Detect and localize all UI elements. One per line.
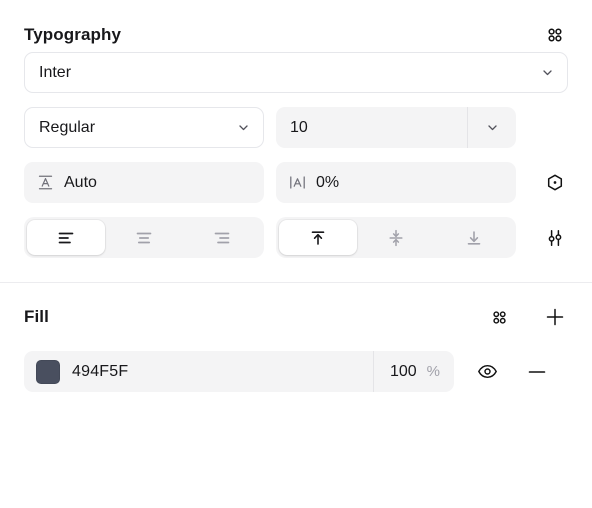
- fill-header-actions: [486, 304, 568, 330]
- sliders-icon[interactable]: [542, 225, 568, 251]
- font-family-value: Inter: [39, 63, 72, 81]
- fill-title: Fill: [24, 307, 49, 326]
- font-size-dropdown-toggle[interactable]: [468, 107, 516, 148]
- fill-item-actions: [474, 359, 550, 385]
- page-title: Typography: [24, 25, 122, 44]
- align-center-button[interactable]: [105, 220, 183, 255]
- eye-icon[interactable]: [474, 359, 500, 385]
- line-height-field[interactable]: Auto: [24, 162, 264, 203]
- chevron-down-icon: [223, 121, 263, 134]
- plus-icon[interactable]: [542, 304, 568, 330]
- font-size-field[interactable]: 10: [276, 107, 516, 148]
- align-right-button[interactable]: [183, 220, 261, 255]
- align-left-button[interactable]: [27, 220, 105, 255]
- chevron-down-icon: [527, 66, 567, 79]
- font-weight-size-row: Regular 10: [0, 107, 592, 148]
- fill-section: Fill 494F5F 100 %: [0, 283, 592, 392]
- properties-panel: Typography Inter Regular 10 Auto 0% Fill…: [0, 0, 592, 508]
- fill-hex-value: 494F5F: [72, 362, 129, 380]
- align-top-button[interactable]: [279, 220, 357, 255]
- vertical-align-group: [276, 217, 516, 258]
- font-family-select[interactable]: Inter: [24, 52, 568, 93]
- fill-color-picker[interactable]: 494F5F: [24, 359, 373, 384]
- font-weight-select[interactable]: Regular: [24, 107, 264, 148]
- font-family-row: Inter: [0, 52, 592, 93]
- minus-icon[interactable]: [524, 359, 550, 385]
- fill-opacity-field[interactable]: 100 %: [374, 363, 454, 381]
- font-weight-value: Regular: [39, 118, 96, 136]
- fill-color-control[interactable]: 494F5F 100 %: [24, 351, 454, 392]
- letter-spacing-field[interactable]: 0%: [276, 162, 516, 203]
- percent-label: %: [426, 363, 440, 380]
- line-height-letter-spacing-row: Auto 0%: [0, 162, 592, 203]
- line-height-value: Auto: [64, 173, 97, 191]
- letter-spacing-icon: [289, 174, 306, 191]
- fill-item-row: 494F5F 100 %: [0, 351, 592, 392]
- line-height-icon: [37, 174, 54, 191]
- grid-dots-icon[interactable]: [542, 22, 568, 48]
- grid-dots-icon[interactable]: [486, 304, 512, 330]
- alignment-row: [0, 217, 592, 258]
- font-size-value: 10: [290, 118, 308, 136]
- horizontal-align-group: [24, 217, 264, 258]
- fill-opacity-value: 100: [389, 362, 417, 380]
- typography-header-actions: [542, 22, 568, 48]
- letter-spacing-value: 0%: [316, 173, 340, 191]
- typography-section: Typography Inter Regular 10 Auto 0%: [0, 0, 592, 283]
- typography-section-header: Typography: [0, 18, 592, 52]
- color-swatch[interactable]: [36, 359, 60, 384]
- hexagon-dot-icon[interactable]: [542, 170, 568, 196]
- align-middle-button[interactable]: [357, 220, 435, 255]
- fill-section-header: Fill: [0, 297, 592, 337]
- align-bottom-button[interactable]: [435, 220, 513, 255]
